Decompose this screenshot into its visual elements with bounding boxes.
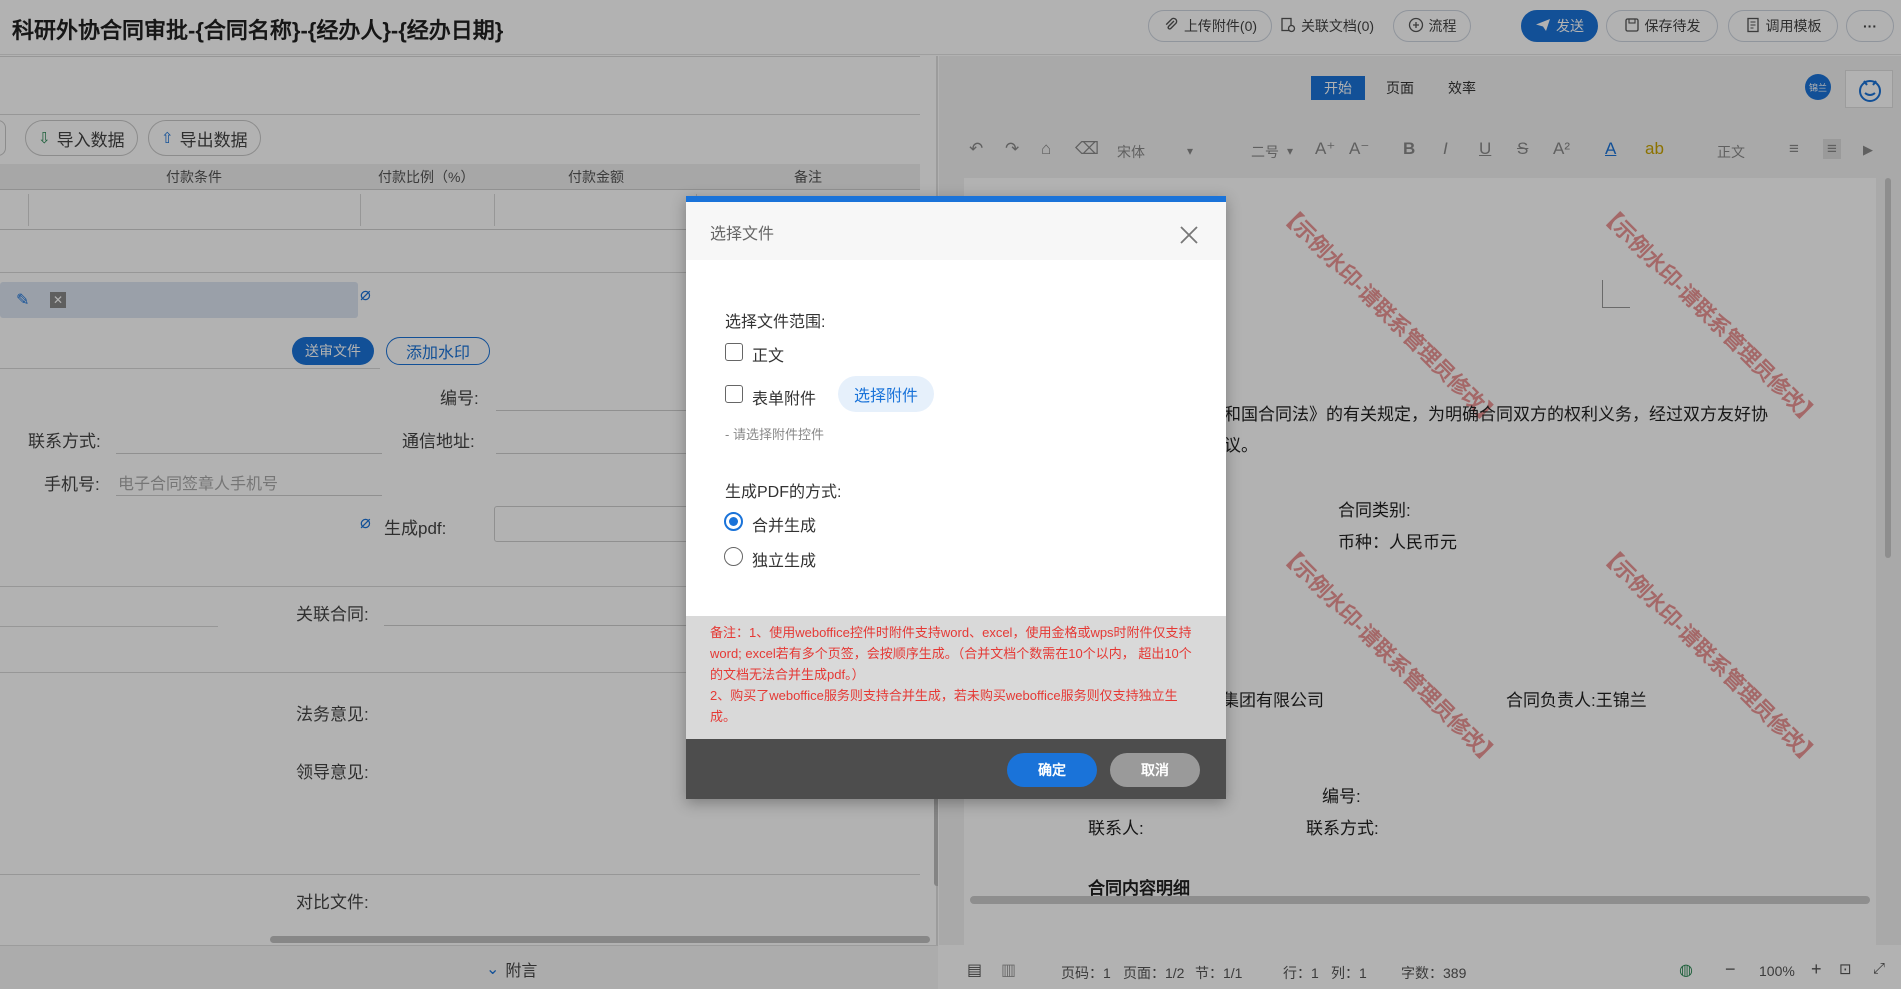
dialog-footer: 确定 取消	[686, 739, 1226, 799]
select-attachment-label: 选择附件	[853, 388, 918, 405]
body-option-label: 正文	[752, 348, 785, 365]
attachment-hint: - 请选择附件控件	[725, 427, 824, 442]
file-range-label: 选择文件范围:	[725, 314, 826, 331]
confirm-label: 确定	[1038, 762, 1066, 778]
close-icon[interactable]	[1174, 220, 1204, 250]
cancel-button[interactable]: 取消	[1110, 753, 1200, 787]
form-attachment-label: 表单附件	[752, 391, 817, 408]
merge-option-label: 合并生成	[752, 518, 817, 535]
separate-radio[interactable]	[724, 547, 743, 566]
pdf-mode-label: 生成PDF的方式:	[725, 484, 842, 501]
dialog-title: 选择文件	[710, 226, 775, 243]
body-checkbox[interactable]	[725, 343, 743, 361]
note-line: 2、购买了weboffice服务则支持合并生成，若未购买weboffice服务则…	[710, 688, 1178, 724]
cancel-label: 取消	[1141, 762, 1169, 778]
select-attachment-button[interactable]: 选择附件	[838, 376, 934, 412]
merge-radio[interactable]	[724, 512, 743, 531]
dialog-header: 选择文件	[686, 202, 1226, 260]
dialog-note: 备注：1、使用weboffice控件时附件支持word、excel，使用金格或w…	[686, 616, 1226, 739]
separate-option-label: 独立生成	[752, 553, 817, 570]
note-line: 备注：1、使用weboffice控件时附件支持word、excel，使用金格或w…	[710, 625, 1192, 682]
confirm-button[interactable]: 确定	[1007, 753, 1097, 787]
select-file-dialog: 选择文件 选择文件范围: 正文 表单附件 选择附件 - 请选择附件控件 生成PD…	[686, 196, 1226, 799]
form-attachment-checkbox[interactable]	[725, 385, 743, 403]
